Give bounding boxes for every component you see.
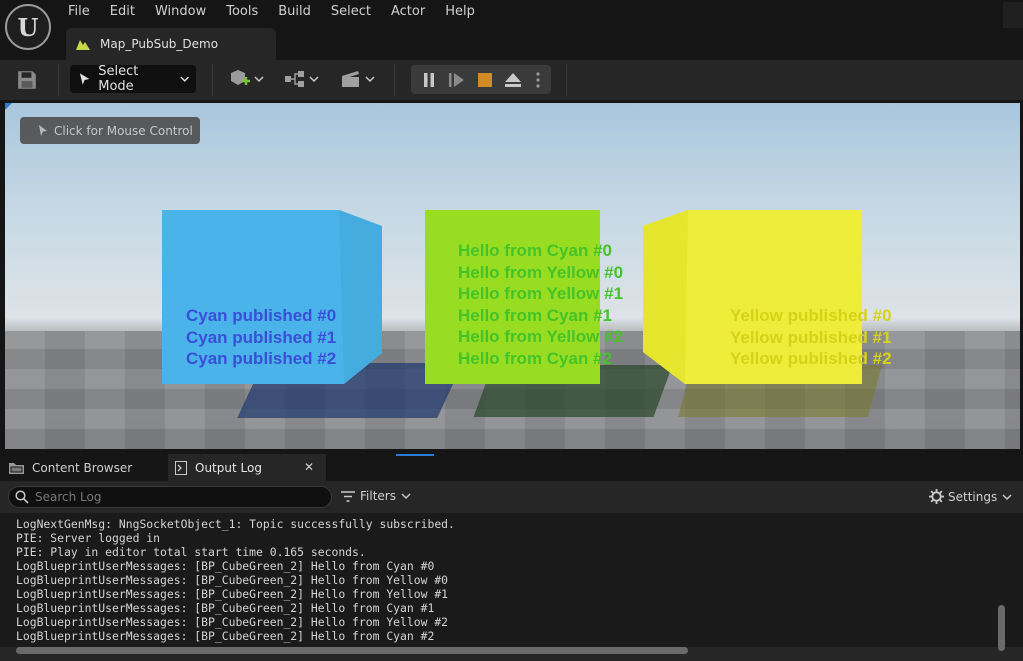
level-viewport[interactable]: Cyan published #0 Cyan published #1 Cyan… — [5, 103, 1020, 449]
window-control-button[interactable] — [1003, 2, 1023, 28]
bottom-panel-tabs: Content Browser Output Log ✕ — [0, 452, 1023, 481]
map-tab[interactable]: Map_PubSub_Demo — [66, 28, 276, 60]
green-message: Hello from Cyan #1 — [458, 305, 612, 325]
select-mode-dropdown[interactable]: Select Mode — [70, 64, 196, 94]
menu-help[interactable]: Help — [435, 0, 485, 24]
green-message: Hello from Cyan #0 — [458, 241, 612, 260]
menu-file[interactable]: File — [58, 0, 100, 24]
green-message: Hello from Yellow #2 — [458, 327, 624, 347]
log-vertical-scrollbar[interactable] — [998, 605, 1005, 651]
log-horizontal-scrollbar[interactable] — [16, 647, 688, 654]
yellow-cube-messages: Yellow published #0 Yellow published #1 … — [730, 305, 892, 370]
green-message: Hello from Yellow #0 — [458, 262, 624, 282]
close-icon[interactable]: ✕ — [304, 460, 314, 474]
pause-icon — [424, 72, 434, 87]
folder-icon — [9, 462, 24, 474]
log-line: LogBlueprintUserMessages: [BP_CubeGreen_… — [16, 601, 435, 615]
cyan-message: Cyan published #1 — [186, 327, 337, 347]
level-icon — [76, 40, 90, 50]
cyan-cube-messages: Cyan published #0 Cyan published #1 Cyan… — [186, 305, 336, 370]
tab-content-browser[interactable]: Content Browser — [9, 454, 167, 481]
stop-icon — [478, 72, 492, 87]
chevron-down-icon — [365, 76, 375, 83]
log-line: PIE: Play in editor total start time 0.1… — [16, 545, 366, 559]
search-log-box — [8, 486, 332, 508]
green-message: Hello from Yellow #1 — [458, 284, 624, 304]
blueprints-button[interactable] — [284, 68, 319, 90]
filters-label: Filters — [360, 489, 396, 503]
chevron-down-icon — [309, 76, 319, 83]
toolbar-separator — [566, 64, 567, 96]
tab-output-log-label: Output Log — [195, 460, 262, 475]
log-output[interactable]: LogNextGenMsg: NngSocketObject_1: Topic … — [0, 513, 1023, 647]
log-line: LogNextGenMsg: NngSocketObject_1: Topic … — [16, 517, 455, 531]
log-line: LogBlueprintUserMessages: [BP_CubeGreen_… — [16, 573, 449, 587]
select-mode-icon — [79, 73, 90, 85]
cinematics-icon — [342, 71, 359, 87]
green-message: Hello from Cyan #2 — [458, 348, 612, 368]
eject-icon — [505, 72, 521, 87]
frame-skip-button[interactable] — [443, 65, 471, 94]
tab-content-browser-label: Content Browser — [32, 460, 133, 475]
stop-button[interactable] — [471, 65, 499, 94]
add-actor-button[interactable] — [229, 68, 264, 90]
menu-actor[interactable]: Actor — [381, 0, 435, 24]
mouse-control-button[interactable]: Click for Mouse Control — [20, 117, 200, 144]
menu-window[interactable]: Window — [145, 0, 216, 24]
menu-bar: U File Edit Window Tools Build Select Ac… — [0, 0, 1023, 60]
logo-letter: U — [17, 12, 39, 42]
search-log-input[interactable] — [35, 490, 315, 504]
more-icon — [536, 71, 540, 88]
cyan-message: Cyan published #0 — [186, 306, 337, 325]
cyan-message: Cyan published #2 — [186, 349, 337, 369]
chevron-down-icon — [401, 493, 411, 500]
log-line: PIE: Server logged in — [16, 531, 161, 545]
chevron-down-icon — [254, 76, 264, 83]
menu-build[interactable]: Build — [268, 0, 321, 24]
yellow-message: Yellow published #1 — [730, 327, 892, 347]
map-tab-label: Map_PubSub_Demo — [100, 37, 219, 51]
toolbar-separator — [394, 64, 395, 96]
play-options-button[interactable] — [527, 65, 549, 94]
toolbar-separator — [212, 64, 213, 96]
cursor-icon — [39, 125, 47, 136]
eject-button[interactable] — [499, 65, 527, 94]
yellow-message: Yellow published #0 — [730, 306, 892, 325]
log-line: LogBlueprintUserMessages: [BP_CubeGreen_… — [16, 559, 435, 573]
log-line: LogBlueprintUserMessages: [BP_CubeGreen_… — [16, 587, 449, 601]
filters-dropdown[interactable]: Filters — [341, 489, 416, 503]
filter-icon — [341, 490, 355, 502]
menu-edit[interactable]: Edit — [100, 0, 145, 24]
unreal-logo[interactable]: U — [5, 4, 51, 50]
settings-dropdown[interactable]: Settings — [929, 489, 1016, 504]
main-toolbar: Select Mode — [0, 60, 1023, 100]
save-icon[interactable] — [16, 69, 38, 91]
active-tab-indicator — [396, 454, 434, 456]
step-icon — [449, 72, 464, 87]
viewport-focus-corner — [5, 103, 12, 110]
chevron-down-icon — [179, 76, 189, 82]
chevron-down-icon — [1002, 493, 1012, 500]
yellow-message: Yellow published #2 — [730, 349, 892, 369]
settings-label: Settings — [948, 489, 998, 504]
toolbar-separator — [58, 64, 59, 96]
add-actor-icon — [231, 70, 250, 85]
mouse-control-label: Click for Mouse Control — [54, 123, 193, 138]
tab-output-log[interactable]: Output Log ✕ — [168, 454, 434, 481]
select-mode-label: Select Mode — [98, 64, 139, 94]
output-log-panel: Filters Settings LogNextGenMsg: NngSocke… — [0, 481, 1023, 661]
main-menu: File Edit Window Tools Build Select Acto… — [58, 0, 485, 24]
log-line: LogBlueprintUserMessages: [BP_CubeGreen_… — [16, 629, 435, 643]
blueprint-icon — [285, 71, 304, 87]
search-icon — [15, 490, 29, 504]
log-line: LogBlueprintUserMessages: [BP_CubeGreen_… — [16, 615, 449, 629]
green-cube-messages: Hello from Cyan #0 Hello from Yellow #0 … — [458, 240, 623, 370]
play-controls — [411, 65, 551, 94]
gear-icon — [929, 489, 944, 504]
pause-button[interactable] — [415, 65, 443, 94]
menu-tools[interactable]: Tools — [216, 0, 268, 24]
cinematics-button[interactable] — [340, 68, 375, 90]
terminal-icon — [175, 460, 187, 475]
menu-select[interactable]: Select — [321, 0, 381, 24]
